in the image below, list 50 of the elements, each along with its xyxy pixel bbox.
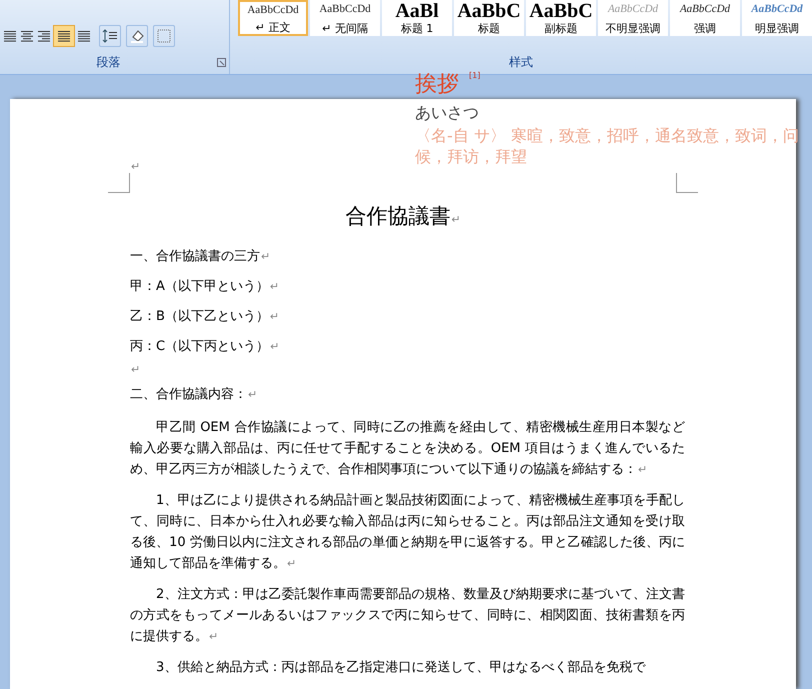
document-paragraph: 1、甲は乙により提供される納品計画と製品技術図面によって、精密機械生産事項を手配して、同時に、日本から仕入れ必要な輸入部品は丙に知らせること。丙は部品注文通知を受け取る後、10 労働日以内に注文される部品の単価と納期を甲に返答する。甲と乙確認した後、丙に通知して部品を準備する。↵ — [130, 492, 685, 572]
style-preview: AaBbCcDd — [751, 2, 803, 17]
style-label: ↵ 无间隔 — [322, 22, 368, 35]
style-preview: AaBbCcDd — [680, 2, 730, 17]
paragraph-mark: ↵ — [261, 250, 270, 262]
style-label: 强调 — [694, 22, 716, 35]
lookup-word: 挨拶 — [415, 71, 459, 99]
paragraph-mark: ↵ — [270, 340, 280, 352]
footnote-mark: [1] — [469, 70, 480, 82]
document-text: 二、合作協議内容： — [130, 386, 247, 402]
style-preview: AaBbCcDd — [608, 2, 658, 17]
style-label: 副标题 — [544, 22, 578, 35]
style-label: 标题 1 — [400, 22, 434, 35]
style-label: 标题 — [478, 22, 500, 35]
document-paragraph: 2、注文方式：甲は乙委託製作車両需要部品の規格、数量及び納期要求に基づいて、注文書の方式をもってメールあるいはファックスで丙に知らせて、同時に、相関図面、技術書類を丙に提供する。↵ — [130, 586, 685, 646]
style-gallery-item[interactable]: AaBl 标题 1 — [382, 0, 452, 36]
style-preview: AaBbCcDd — [319, 2, 371, 17]
style-preview: AaBbC — [529, 1, 593, 21]
dialog-launcher-icon[interactable] — [217, 58, 226, 66]
document-text: 乙：B（以下乙という） — [130, 308, 269, 324]
style-preview: AaBbCcDd — [247, 3, 299, 18]
document-paragraph: 甲乙間 OEM 合作協議によって、同時に乙の推薦を経由して、精密機械生産用日本製など輸入必要な購入部品は、丙に任せて手配することを決める。OEM 項目はうまく進んでいるため、甲乙丙三方が相談したうえで、合作相関事項について以下通りの協議を締結する：↵ — [130, 418, 685, 478]
style-preview: AaBl — [395, 1, 439, 21]
group-label: 段落 — [96, 54, 122, 71]
paragraph-mark: ↵ — [131, 362, 140, 376]
paragraph-mark: ↵ — [270, 280, 280, 292]
group-label: 样式 — [509, 54, 533, 71]
document-text: 甲：A（以下甲という） — [130, 278, 269, 294]
style-gallery-item[interactable]: AaBbCcDd 强调 — [670, 0, 740, 36]
style-gallery-item[interactable]: AaBbCcDd 明显强调 — [742, 0, 812, 36]
paragraph-mark: ↵ — [131, 160, 140, 173]
corner-mark — [676, 173, 698, 193]
paragraph-mark: ↵ — [451, 213, 461, 226]
paragraph-mark: ↵ — [270, 310, 280, 322]
style-label: ↵ 正文 — [256, 21, 290, 34]
document-text: 丙：C（以下丙という） — [130, 338, 270, 354]
lookup-reading: あいさつ — [415, 102, 480, 124]
style-gallery-item[interactable]: AaBbC 标题 — [454, 0, 524, 36]
corner-mark — [108, 173, 130, 193]
document-paragraph: 3、供給と納品方式：丙は部品を乙指定港口に発送して、甲はなるべく部品を免税で — [155, 658, 647, 676]
style-gallery-item[interactable]: AaBbCcDd ↵ 无间隔 — [310, 0, 380, 36]
style-gallery-item[interactable]: AaBbCcDd ↵ 正文 — [238, 0, 308, 36]
style-gallery-item[interactable]: AaBbCcDd 不明显强调 — [598, 0, 668, 36]
style-preview: AaBbC — [457, 1, 521, 21]
style-gallery-item[interactable]: AaBbC 副标题 — [526, 0, 596, 36]
paragraph-mark: ↵ — [248, 388, 258, 400]
document-text: 一、合作協議書の三方 — [130, 248, 260, 264]
style-label: 明显强调 — [755, 22, 799, 35]
document-title: 合作協議書 — [345, 204, 450, 228]
style-label: 不明显强调 — [606, 22, 660, 35]
